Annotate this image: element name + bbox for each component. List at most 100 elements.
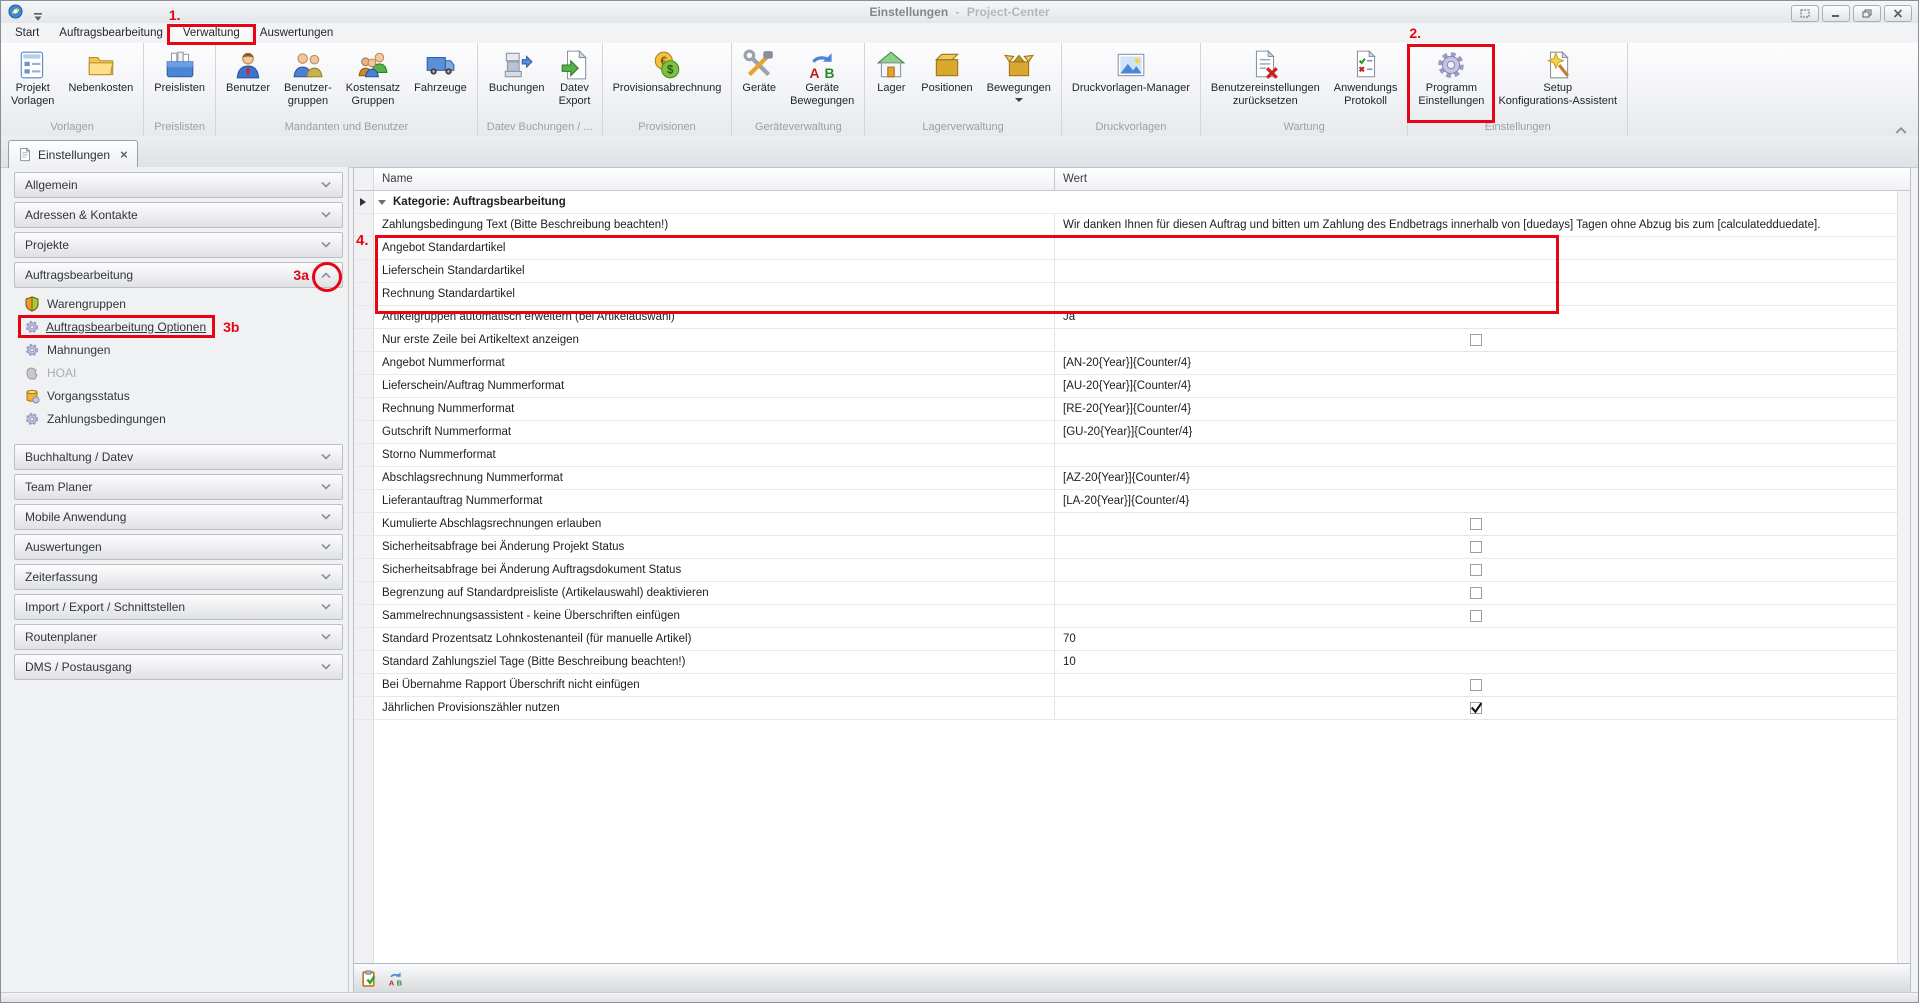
setting-name[interactable]: Abschlagsrechnung Nummerformat — [374, 467, 1055, 489]
rename-ab-icon[interactable]: AB — [387, 970, 404, 987]
ribbon-button-druckvorlagen-manager[interactable]: Druckvorlagen-Manager — [1065, 47, 1197, 120]
sidebar-panel-team-planer[interactable]: Team Planer — [14, 474, 343, 500]
setting-value[interactable] — [1055, 283, 1897, 305]
ribbon-button-anwendungs-protokoll[interactable]: AnwendungsProtokoll — [1327, 47, 1405, 120]
settings-category-row[interactable]: Kategorie: Auftragsbearbeitung — [354, 191, 1897, 214]
setting-value[interactable]: [AN-20{Year}]{Counter/4} — [1055, 352, 1897, 374]
setting-name[interactable]: Bei Übernahme Rapport Überschrift nicht … — [374, 674, 1055, 696]
setting-value[interactable]: [AU-20{Year}]{Counter/4} — [1055, 375, 1897, 397]
collapse-triangle-icon[interactable] — [378, 200, 386, 209]
ribbon-button-buchungen[interactable]: Buchungen — [482, 47, 552, 120]
ribbon-button-provisionsabrechnung[interactable]: €$Provisionsabrechnung — [606, 47, 729, 120]
setting-value[interactable]: [AZ-20{Year}]{Counter/4} — [1055, 467, 1897, 489]
setting-name[interactable]: Gutschrift Nummerformat — [374, 421, 1055, 443]
setting-name[interactable]: Sicherheitsabfrage bei Änderung Projekt … — [374, 536, 1055, 558]
ribbon-button-ger-te[interactable]: Geräte — [735, 47, 783, 120]
setting-name[interactable]: Angebot Nummerformat — [374, 352, 1055, 374]
checkbox-unchecked[interactable] — [1470, 518, 1482, 530]
sidebar-panel-adressen-kontakte[interactable]: Adressen & Kontakte — [14, 202, 343, 228]
ribbon-button-nebenkosten[interactable]: Nebenkosten — [61, 47, 140, 120]
ribbon-button-positionen[interactable]: Positionen — [914, 47, 979, 120]
ribbon-button-bewegungen[interactable]: Bewegungen — [980, 47, 1058, 120]
checkbox-unchecked[interactable] — [1470, 541, 1482, 553]
window-style-button[interactable] — [1791, 5, 1819, 22]
sidebar-item-mahnungen[interactable]: Mahnungen — [14, 338, 343, 361]
sidebar-panel-allgemein[interactable]: Allgemein — [14, 172, 343, 198]
setting-value[interactable] — [1055, 444, 1897, 466]
checkbox-unchecked[interactable] — [1470, 564, 1482, 576]
sidebar-panel-dms-postausgang[interactable]: DMS / Postausgang — [14, 654, 343, 680]
sidebar-panel-zeiterfassung[interactable]: Zeiterfassung — [14, 564, 343, 590]
column-header-wert[interactable]: Wert — [1055, 168, 1910, 190]
ribbon-button-programm-einstellungen[interactable]: ProgrammEinstellungen2. — [1411, 47, 1491, 120]
setting-name[interactable]: Zahlungsbedingung Text (Bitte Beschreibu… — [374, 214, 1055, 236]
setting-name[interactable]: Lieferantauftrag Nummerformat — [374, 490, 1055, 512]
sidebar-panel-auswertungen[interactable]: Auswertungen — [14, 534, 343, 560]
ribbon-button-benutzereinstellungen-zur-cksetzen[interactable]: Benutzereinstellungenzurücksetzen — [1204, 47, 1327, 120]
setting-name[interactable]: Angebot Standardartikel — [374, 237, 1055, 259]
setting-name[interactable]: Kumulierte Abschlagsrechnungen erlauben — [374, 513, 1055, 535]
document-tab-einstellungen[interactable]: Einstellungen × — [8, 140, 138, 168]
sidebar-item-hoai[interactable]: HOAI — [14, 361, 343, 384]
column-header-name[interactable]: Name — [374, 168, 1055, 190]
setting-value[interactable]: Wir danken Ihnen für diesen Auftrag und … — [1055, 214, 1897, 236]
setting-name[interactable]: Standard Prozentsatz Lohnkostenanteil (f… — [374, 628, 1055, 650]
restore-button[interactable] — [1853, 5, 1881, 22]
setting-value[interactable] — [1055, 329, 1897, 351]
setting-name[interactable]: Artikelgruppen automatisch erweitern (be… — [374, 306, 1055, 328]
setting-name[interactable]: Begrenzung auf Standardpreisliste (Artik… — [374, 582, 1055, 604]
ribbon-tab-start[interactable]: Start — [5, 23, 49, 43]
checkbox-unchecked[interactable] — [1470, 610, 1482, 622]
setting-name[interactable]: Rechnung Standardartikel — [374, 283, 1055, 305]
sidebar-panel-buchhaltung-datev[interactable]: Buchhaltung / Datev — [14, 444, 343, 470]
setting-value[interactable] — [1055, 605, 1897, 627]
ribbon-button-setup-konfigurations-assistent[interactable]: SetupKonfigurations-Assistent — [1491, 47, 1624, 120]
sidebar-item-vorgangsstatus[interactable]: Vorgangsstatus — [14, 384, 343, 407]
ribbon-button-datev-export[interactable]: DatevExport — [552, 47, 598, 120]
ribbon-collapse-icon[interactable] — [1894, 122, 1908, 132]
setting-value[interactable] — [1055, 513, 1897, 535]
setting-value[interactable] — [1055, 582, 1897, 604]
checkbox-unchecked[interactable] — [1470, 334, 1482, 346]
setting-value[interactable]: 10 — [1055, 651, 1897, 673]
close-button[interactable] — [1884, 5, 1912, 22]
setting-value[interactable] — [1055, 674, 1897, 696]
checkbox-checked[interactable] — [1470, 702, 1482, 714]
setting-value[interactable]: Ja — [1055, 306, 1897, 328]
sidebar-item-zahlungsbedingungen[interactable]: Zahlungsbedingungen — [14, 407, 343, 430]
setting-value[interactable] — [1055, 260, 1897, 282]
setting-value[interactable]: [GU-20{Year}]{Counter/4} — [1055, 421, 1897, 443]
ribbon-tab-auftragsbearbeitung[interactable]: Auftragsbearbeitung — [49, 23, 173, 43]
close-tab-icon[interactable]: × — [120, 149, 128, 161]
setting-value[interactable]: [LA-20{Year}]{Counter/4} — [1055, 490, 1897, 512]
sidebar-item-auftragsbearbeitung-optionen[interactable]: Auftragsbearbeitung Optionen3b — [14, 315, 343, 338]
sidebar-panel-routenplaner[interactable]: Routenplaner — [14, 624, 343, 650]
setting-value[interactable] — [1055, 697, 1897, 719]
setting-name[interactable]: Jährlichen Provisionszähler nutzen — [374, 697, 1055, 719]
ribbon-button-lager[interactable]: Lager — [868, 47, 914, 120]
ribbon-button-preislisten[interactable]: Preislisten — [147, 47, 212, 120]
setting-name[interactable]: Lieferschein Standardartikel — [374, 260, 1055, 282]
setting-value[interactable] — [1055, 559, 1897, 581]
checkbox-unchecked[interactable] — [1470, 587, 1482, 599]
ribbon-button-ger-te-bewegungen[interactable]: ABGeräteBewegungen — [783, 47, 861, 120]
setting-value[interactable]: [RE-20{Year}]{Counter/4} — [1055, 398, 1897, 420]
checkbox-unchecked[interactable] — [1470, 679, 1482, 691]
setting-name[interactable]: Rechnung Nummerformat — [374, 398, 1055, 420]
ribbon-tab-verwaltung[interactable]: Verwaltung1. — [173, 23, 250, 43]
setting-value[interactable]: 70 — [1055, 628, 1897, 650]
ribbon-button-benutzer-gruppen[interactable]: Benutzer-gruppen — [277, 47, 339, 120]
sidebar-panel-projekte[interactable]: Projekte — [14, 232, 343, 258]
validate-icon[interactable] — [361, 970, 378, 987]
setting-value[interactable] — [1055, 536, 1897, 558]
sidebar-item-warengruppen[interactable]: Warengruppen — [14, 292, 343, 315]
setting-value[interactable] — [1055, 237, 1897, 259]
setting-name[interactable]: Sicherheitsabfrage bei Änderung Auftrags… — [374, 559, 1055, 581]
ribbon-button-fahrzeuge[interactable]: Fahrzeuge — [407, 47, 474, 120]
minimize-button[interactable] — [1822, 5, 1850, 22]
setting-name[interactable]: Lieferschein/Auftrag Nummerformat — [374, 375, 1055, 397]
setting-name[interactable]: Storno Nummerformat — [374, 444, 1055, 466]
ribbon-tab-auswertungen[interactable]: Auswertungen — [250, 23, 344, 43]
ribbon-button-benutzer[interactable]: Benutzer — [219, 47, 277, 120]
setting-name[interactable]: Nur erste Zeile bei Artikeltext anzeigen — [374, 329, 1055, 351]
